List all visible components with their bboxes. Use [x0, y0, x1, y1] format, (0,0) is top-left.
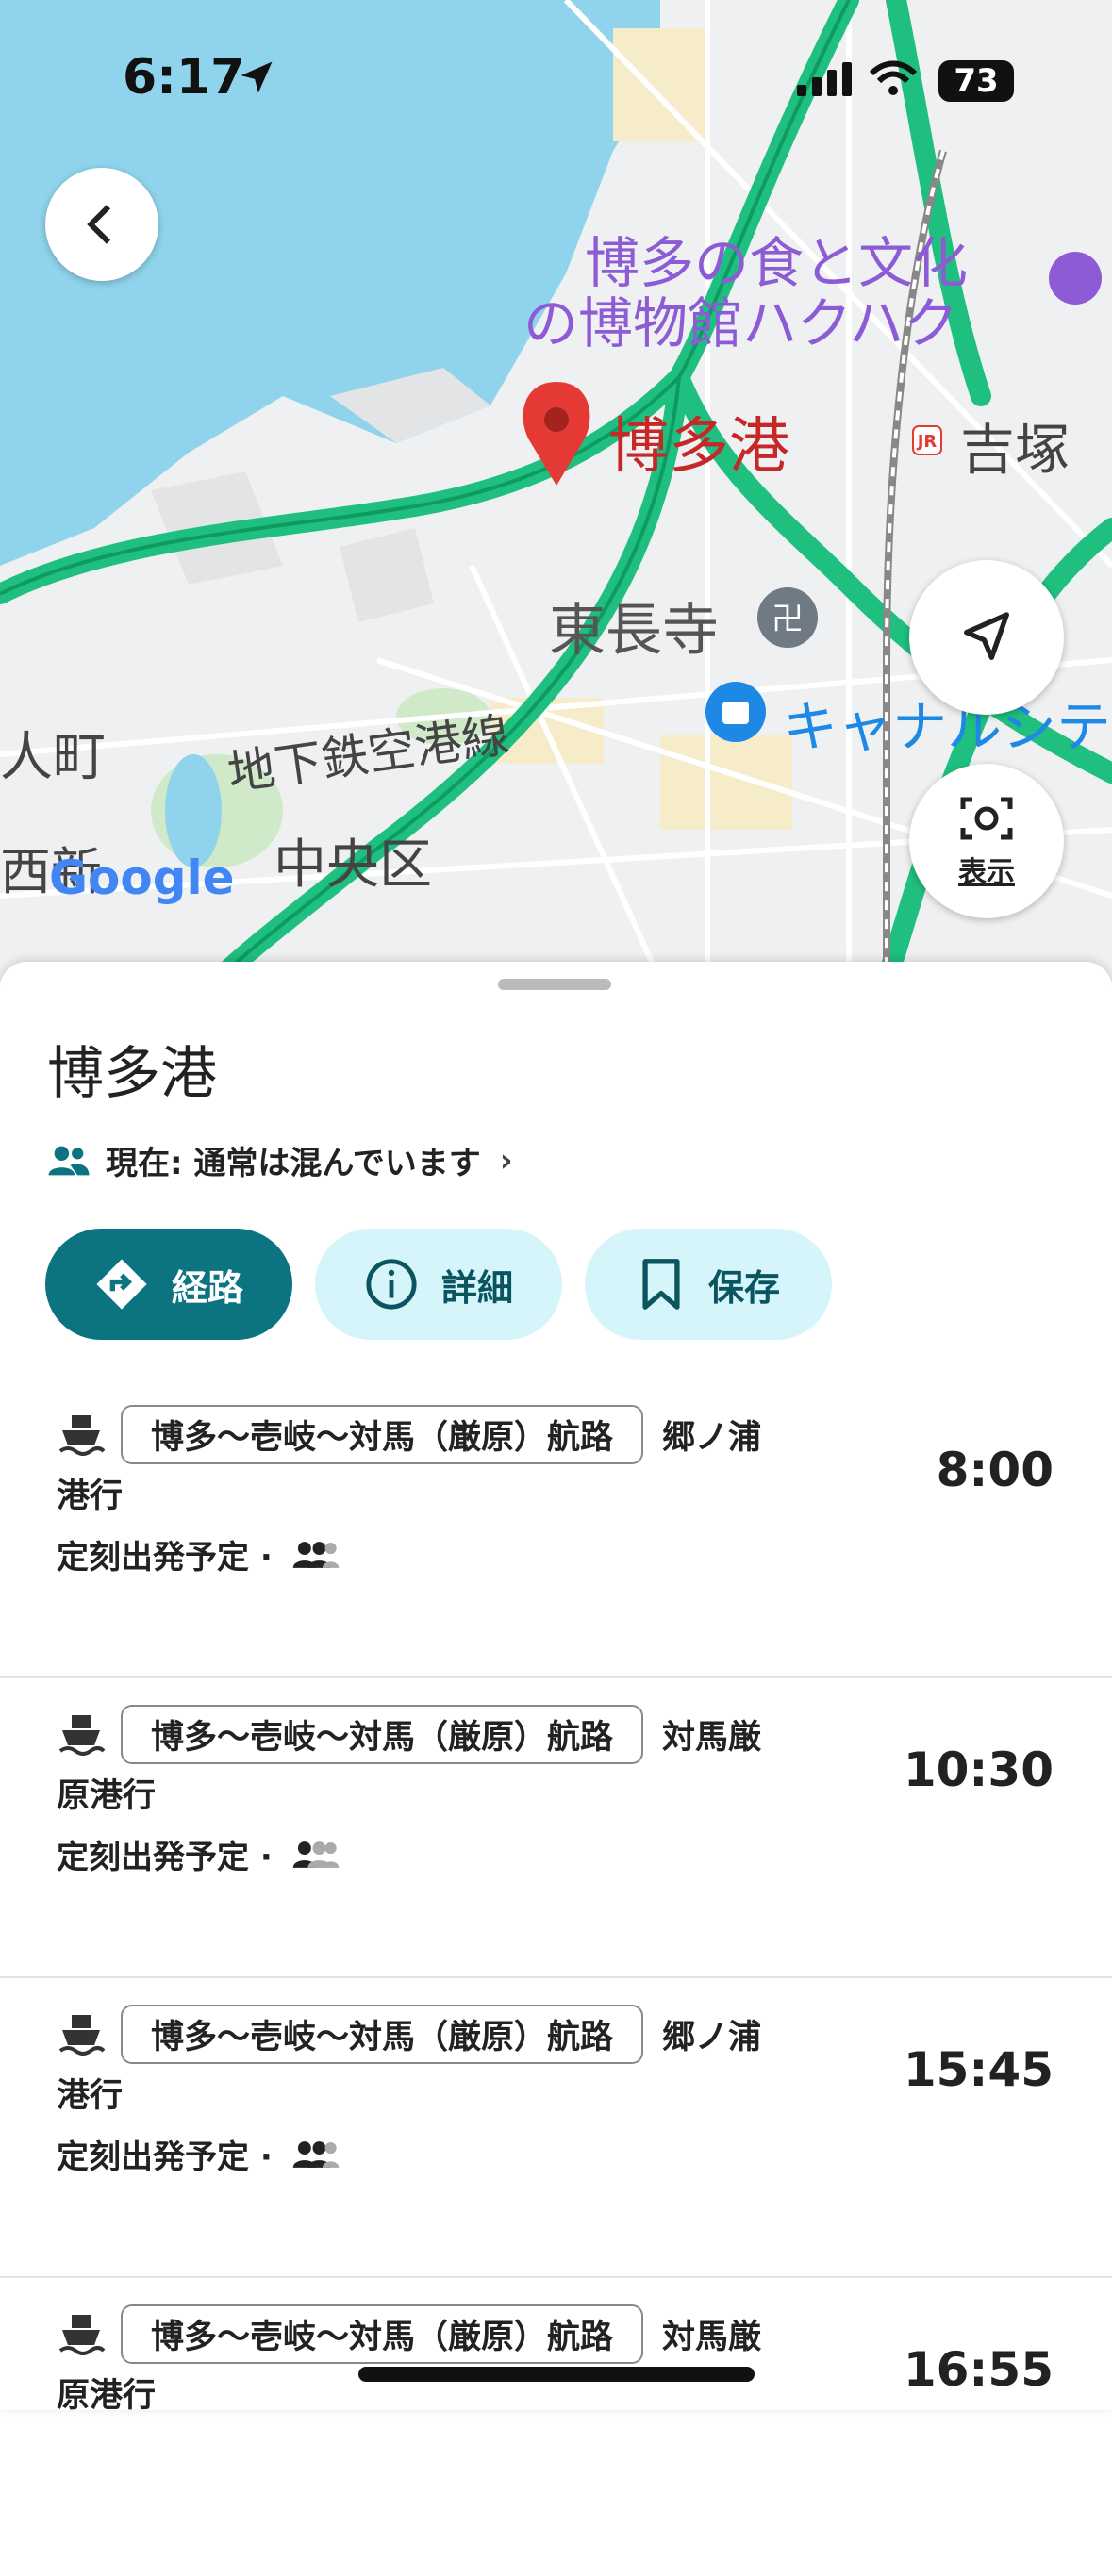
ferry-icon [58, 2314, 106, 2355]
directions-label: 経路 [171, 1266, 243, 1309]
info-icon [366, 1259, 417, 1310]
departure-row[interactable]: 博多〜壱岐〜対馬（厳原）航路 郷ノ浦 港行 定刻出発予定 · 8:00 [0, 1377, 1112, 1678]
ferry-icon [58, 2014, 106, 2056]
destination-cont: 原港行 [57, 1777, 157, 1815]
map-label-yoshizuka: 吉塚 [960, 418, 1071, 482]
people-icon [48, 1146, 90, 1175]
crowd-status: 現在: 通常は混んでいます [106, 1145, 481, 1182]
route-name: 博多〜壱岐〜対馬（厳原）航路 [121, 2005, 644, 2064]
route-name: 博多〜壱岐〜対馬（厳原）航路 [121, 2304, 644, 2364]
status-bar: 6:17 73 [0, 0, 1112, 160]
departure-time: 10:30 [903, 1742, 1054, 1797]
battery-level: 73 [938, 60, 1014, 102]
sheet-drag-handle[interactable] [498, 979, 611, 990]
schedule-status: 定刻出発予定 · [57, 2138, 273, 2176]
chevron-right-icon: › [499, 1141, 513, 1180]
home-indicator[interactable] [358, 2367, 755, 2382]
place-title: 博多港 [47, 1041, 217, 1107]
google-logo: Google [49, 850, 235, 905]
svg-text:JR: JR [916, 432, 938, 452]
map-label-chuo: 中央区 [274, 834, 432, 896]
map-label-hitomachi: 人町 [0, 727, 106, 788]
save-label: 保存 [707, 1266, 780, 1309]
departure-time: 8:00 [936, 1443, 1054, 1497]
place-bottom-sheet[interactable]: 博多港 現在: 通常は混んでいます › 経路 詳細 保存 博多〜壱岐〜対馬（厳原… [0, 962, 1112, 2415]
wifi-icon [869, 60, 918, 95]
popular-times-row[interactable]: 現在: 通常は混んでいます › [47, 1137, 513, 1183]
destination: 郷ノ浦 [662, 1419, 762, 1457]
crowd-level-icon [292, 2140, 340, 2168]
lens-label: 表示 [958, 856, 1015, 889]
schedule-status: 定刻出発予定 · [57, 1839, 273, 1876]
ferry-icon [58, 1714, 106, 1756]
details-label: 詳細 [440, 1266, 513, 1309]
map-label-tochoji[interactable]: 東長寺 [549, 585, 719, 667]
location-arrow-icon [241, 61, 273, 93]
details-button[interactable]: 詳細 [315, 1229, 562, 1340]
crowd-level-icon [292, 1541, 340, 1568]
my-location-button[interactable] [909, 560, 1064, 715]
ferry-icon [58, 1414, 106, 1456]
departure-time: 16:55 [903, 2342, 1054, 2397]
departure-time: 15:45 [903, 2042, 1054, 2097]
destination-cont: 原港行 [57, 2377, 157, 2415]
navigation-arrow-icon [964, 612, 1009, 660]
destination: 対馬厳 [662, 1719, 762, 1757]
destination: 郷ノ浦 [662, 2019, 762, 2056]
action-buttons: 経路 詳細 保存 [45, 1229, 855, 1340]
lens-view-button[interactable]: 表示 [909, 764, 1064, 918]
departure-row[interactable]: 博多〜壱岐〜対馬（厳原）航路 対馬厳 原港行 16:55 [0, 2276, 1112, 2576]
save-button[interactable]: 保存 [585, 1229, 832, 1340]
directions-button[interactable]: 経路 [45, 1229, 292, 1340]
svg-text:卍: 卍 [772, 601, 804, 638]
bookmark-icon [642, 1259, 680, 1310]
route-name: 博多〜壱岐〜対馬（厳原）航路 [121, 1705, 644, 1764]
camera-lens-icon [960, 797, 1013, 840]
route-name: 博多〜壱岐〜対馬（厳原）航路 [121, 1405, 644, 1464]
schedule-status: 定刻出発予定 · [57, 1539, 273, 1577]
map-label-pin[interactable]: 博多港 [608, 398, 789, 485]
signal-icon [797, 62, 852, 96]
destination-cont: 港行 [57, 1478, 124, 1515]
crowd-level-icon [292, 1841, 340, 1868]
map-label-museum-2[interactable]: の博物館ハクハク [523, 279, 958, 358]
destination-cont: 港行 [57, 2077, 124, 2115]
departure-row[interactable]: 博多〜壱岐〜対馬（厳原）航路 対馬厳 原港行 定刻出発予定 · 10:30 [0, 1676, 1112, 1978]
departure-row[interactable]: 博多〜壱岐〜対馬（厳原）航路 郷ノ浦 港行 定刻出発予定 · 15:45 [0, 1976, 1112, 2278]
back-button[interactable] [45, 168, 158, 281]
destination: 対馬厳 [662, 2319, 762, 2356]
status-time: 6:17 [123, 49, 245, 106]
directions-icon [96, 1259, 147, 1310]
map-view[interactable]: 卍 JR 博多の食と文化 の博物館ハクハク 博多港 吉塚 東長寺 キャナルシテ … [0, 0, 1112, 981]
chevron-left-icon [87, 205, 111, 244]
